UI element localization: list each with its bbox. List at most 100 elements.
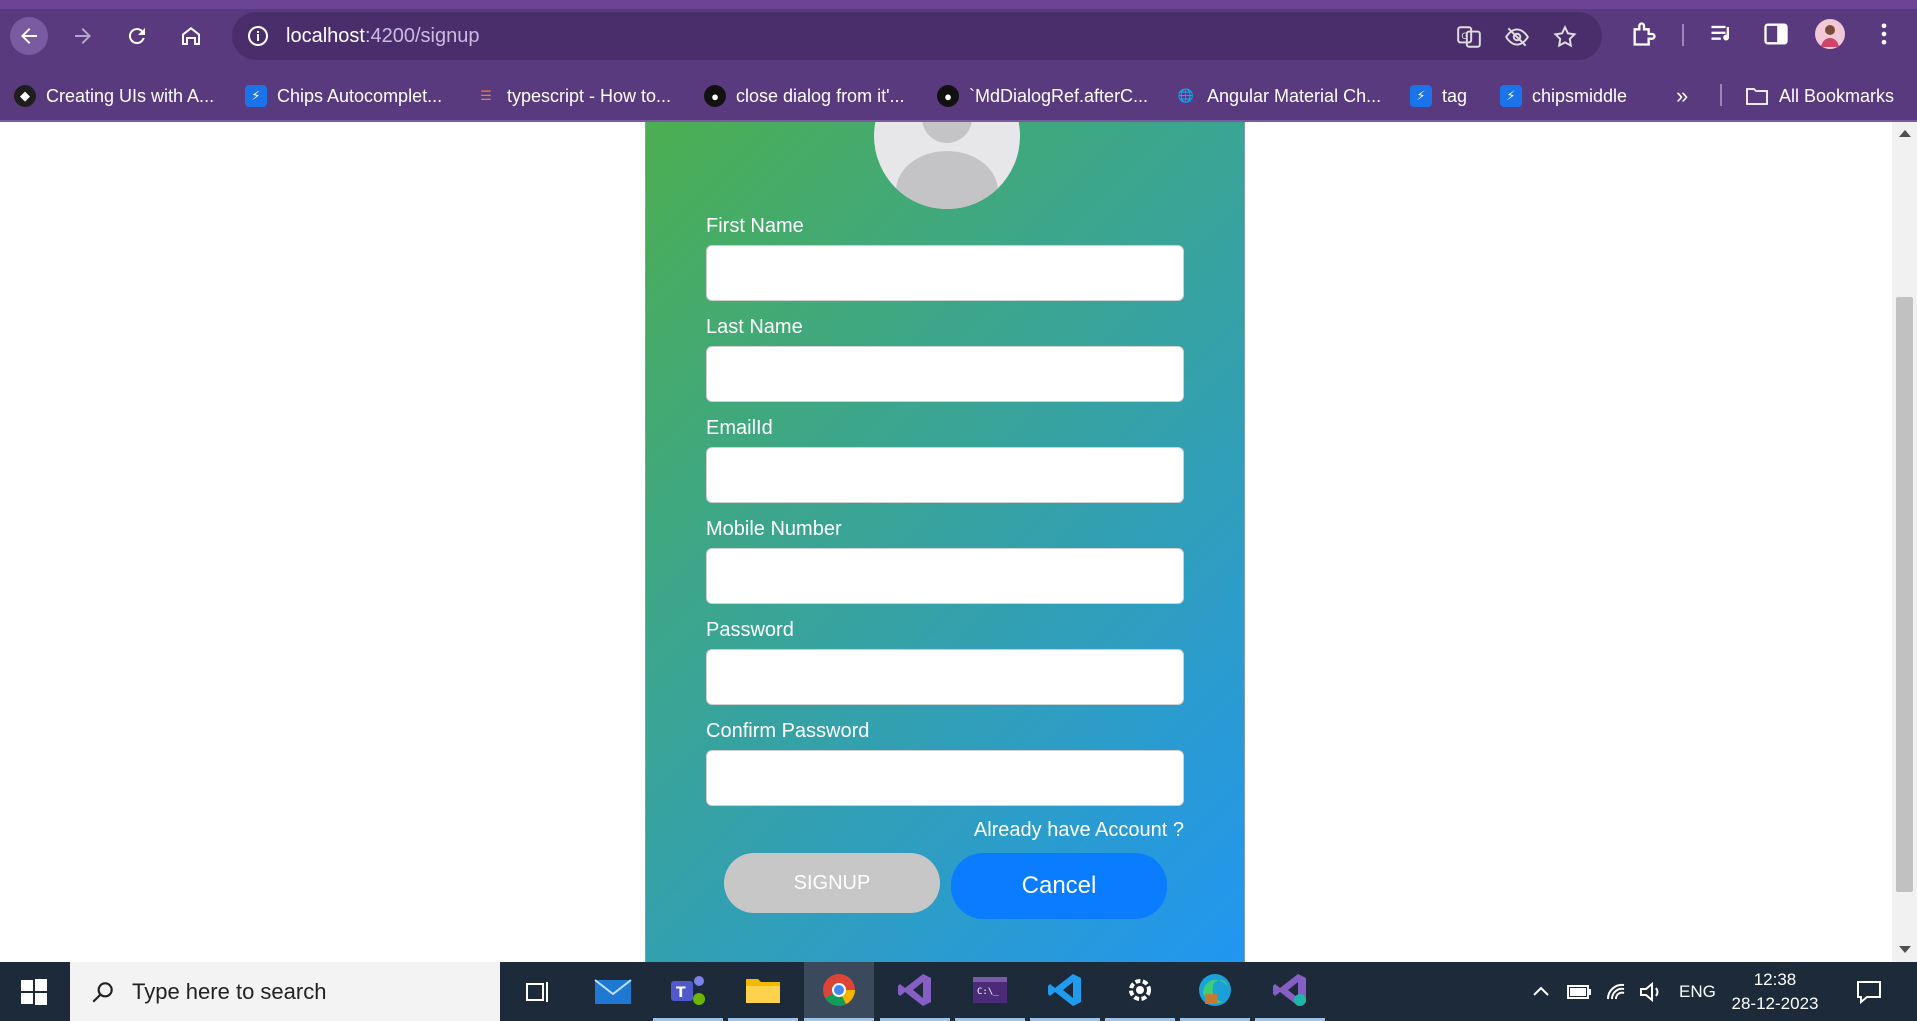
file-explorer-icon	[746, 979, 780, 1003]
password-input[interactable]	[706, 649, 1184, 705]
translate-icon[interactable]: G	[1456, 24, 1482, 50]
bookmark-item[interactable]: ◆ Creating UIs with A...	[14, 80, 214, 112]
bookmark-item[interactable]: ● `MdDialogRef.afterC...	[937, 80, 1148, 112]
site-dark-icon: ◆	[14, 85, 36, 107]
github-icon: ●	[937, 85, 959, 107]
file-explorer-app[interactable]	[728, 962, 798, 1021]
star-icon[interactable]	[1552, 24, 1578, 50]
home-button[interactable]	[172, 17, 210, 55]
battery-indicator[interactable]	[1566, 962, 1592, 1021]
folder-icon	[1746, 88, 1768, 105]
bookmark-item[interactable]: ● close dialog from it'...	[704, 80, 905, 112]
all-bookmarks-label: All Bookmarks	[1779, 85, 1895, 106]
stackoverflow-icon: ☰	[480, 88, 492, 103]
back-button[interactable]	[10, 17, 48, 55]
terminal-app[interactable]: C:\_	[955, 962, 1025, 1021]
extensions-icon[interactable]	[1630, 20, 1658, 48]
email-input[interactable]	[706, 447, 1184, 503]
visual-studio-installer-app[interactable]	[1255, 962, 1325, 1021]
bookmark-label: Angular Material Ch...	[1207, 85, 1382, 106]
last-name-label: Last Name	[706, 316, 803, 338]
bookmark-item[interactable]: 🌐 Angular Material Ch...	[1175, 80, 1381, 112]
bookmark-label: Creating UIs with A...	[46, 85, 215, 106]
settings-app[interactable]	[1105, 962, 1175, 1021]
first-name-input[interactable]	[706, 245, 1184, 301]
bookmark-item[interactable]: ⚡ Chips Autocomplet...	[245, 80, 442, 112]
forward-button[interactable]	[64, 17, 102, 55]
more-bookmarks-button[interactable]: »	[1676, 80, 1688, 112]
url-path: :4200/signup	[364, 25, 480, 47]
vscode-app[interactable]	[1030, 962, 1100, 1021]
terminal-icon: C:\_	[973, 977, 1007, 1003]
taskbar-clock[interactable]: 12:38 28-12-2023	[1720, 968, 1830, 1016]
visual-studio-icon	[898, 974, 931, 1006]
edge-app[interactable]	[1180, 962, 1250, 1021]
side-panel-icon[interactable]	[1762, 20, 1790, 48]
bookmarks-separator	[1720, 84, 1722, 106]
scroll-down-arrow-icon[interactable]	[1899, 946, 1911, 953]
address-bar[interactable]: localhost:4200/signup G	[232, 12, 1602, 60]
chrome-app[interactable]	[804, 962, 874, 1021]
url-host: localhost	[286, 25, 365, 47]
arrow-left-icon	[21, 28, 37, 44]
battery-icon	[1567, 984, 1591, 999]
bookmark-item[interactable]: ⚡ chipsmiddle	[1500, 80, 1627, 112]
vertical-scrollbar[interactable]	[1892, 122, 1917, 962]
profile-avatar[interactable]	[1815, 19, 1845, 49]
bookmark-label: typescript - How to...	[507, 85, 672, 106]
avatar-placeholder-icon	[874, 122, 1020, 209]
browser-toolbar: localhost:4200/signup G	[0, 0, 1917, 70]
chrome-icon	[823, 974, 855, 1006]
scrollbar-thumb[interactable]	[1896, 297, 1913, 892]
cancel-button[interactable]: Cancel	[951, 853, 1167, 919]
bookmark-label: `MdDialogRef.afterC...	[969, 85, 1149, 106]
vscode-icon	[1048, 974, 1081, 1006]
chevron-double-right-icon: »	[1676, 83, 1689, 108]
signup-card: First Name Last Name EmailId Mobile Numb…	[645, 122, 1245, 962]
bookmark-item[interactable]: ☰ typescript - How to...	[475, 80, 671, 112]
scroll-up-arrow-icon[interactable]	[1899, 130, 1911, 137]
notification-icon	[1857, 980, 1881, 1004]
site-info-icon[interactable]	[246, 24, 270, 48]
windows-logo-icon	[21, 978, 47, 1005]
toolbar-separator	[1682, 24, 1684, 46]
visual-studio-app[interactable]	[880, 962, 950, 1021]
eye-off-icon[interactable]	[1504, 24, 1530, 50]
github-icon: ●	[704, 85, 726, 107]
chevron-up-icon	[1533, 986, 1549, 996]
task-view-button[interactable]	[503, 962, 573, 1021]
all-bookmarks-button[interactable]: All Bookmarks	[1745, 80, 1894, 112]
mobile-number-input[interactable]	[706, 548, 1184, 604]
signup-button[interactable]: SIGNUP	[724, 853, 940, 913]
mail-app[interactable]	[578, 962, 648, 1021]
confirm-password-label: Confirm Password	[706, 720, 870, 742]
language-indicator[interactable]: ENG	[1679, 962, 1716, 1021]
show-hidden-icons-button[interactable]	[1530, 962, 1552, 1021]
svg-text:C:\_: C:\_	[977, 987, 999, 997]
reload-icon	[128, 28, 145, 45]
volume-icon	[1640, 981, 1659, 1002]
start-button[interactable]	[0, 962, 68, 1021]
notifications-button[interactable]	[1855, 962, 1883, 1021]
network-indicator[interactable]	[1605, 962, 1631, 1021]
search-icon	[92, 981, 113, 1003]
reload-button[interactable]	[118, 17, 156, 55]
url-text[interactable]: localhost:4200/signup	[286, 25, 479, 48]
confirm-password-input[interactable]	[706, 750, 1184, 806]
bookmark-item[interactable]: ⚡ tag	[1410, 80, 1467, 112]
last-name-input[interactable]	[706, 346, 1184, 402]
first-name-label: First Name	[706, 215, 804, 237]
media-queue-icon[interactable]	[1708, 20, 1736, 48]
taskbar-search-box[interactable]: Type here to search	[70, 962, 500, 1021]
windows-taskbar: Type here to search T C:\_ ENG 12:38 28-…	[0, 962, 1917, 1021]
volume-indicator[interactable]	[1638, 962, 1664, 1021]
stackblitz-icon: ⚡	[245, 85, 267, 107]
kebab-menu-icon[interactable]	[1870, 20, 1898, 48]
wifi-icon	[1606, 983, 1625, 999]
home-icon	[182, 27, 200, 45]
already-have-account-link[interactable]: Already have Account ?	[974, 819, 1184, 842]
taskbar-search-placeholder: Type here to search	[132, 978, 327, 1004]
teams-app[interactable]: T	[653, 962, 723, 1021]
bookmark-label: chipsmiddle	[1532, 85, 1628, 106]
mail-icon	[594, 978, 632, 1004]
